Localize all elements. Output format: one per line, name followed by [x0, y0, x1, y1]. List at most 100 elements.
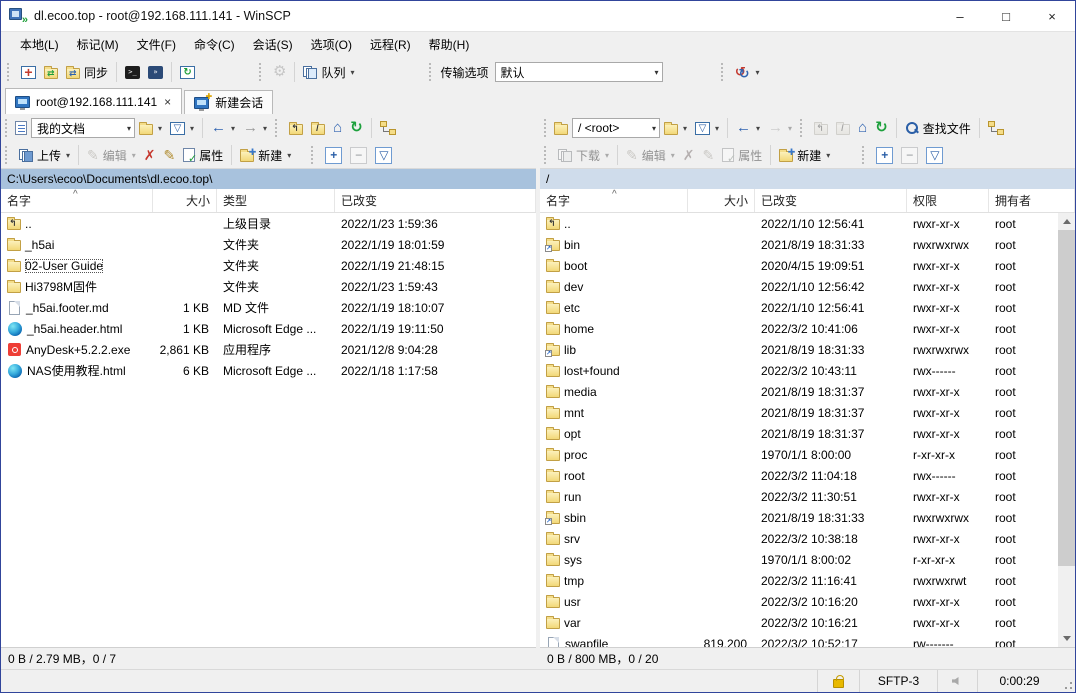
column-header-changed[interactable]: 已改变	[335, 189, 536, 212]
column-header-owner[interactable]: 拥有者	[989, 189, 1075, 212]
local-home-button[interactable]: ⌂	[329, 118, 346, 138]
file-row[interactable]: boot2020/4/15 19:09:51rwxr-xr-xroot	[540, 255, 1058, 276]
menu-item[interactable]: 本地(L)	[11, 32, 68, 57]
file-row[interactable]: ↗lib2021/8/19 18:31:33rwxrwxrwxroot	[540, 339, 1058, 360]
file-row[interactable]: opt2021/8/19 18:31:37rwxr-xr-xroot	[540, 423, 1058, 444]
file-row[interactable]: AnyDesk+5.2.2.exe2,861 KB应用程序2021/12/8 9…	[1, 339, 536, 360]
menu-item[interactable]: 命令(C)	[185, 32, 244, 57]
remote-root-directory-button[interactable]: /	[832, 119, 854, 138]
remote-new-button[interactable]: ✚新建▾	[775, 144, 834, 167]
close-tab-icon[interactable]: ×	[163, 95, 172, 109]
menu-item[interactable]: 标记(M)	[68, 32, 128, 57]
local-edit-button[interactable]: ✎编辑▾	[83, 144, 140, 167]
local-path-bar[interactable]: C:\Users\ecoo\Documents\dl.ecoo.top\	[1, 168, 536, 189]
download-button[interactable]: 下载▾	[554, 144, 613, 167]
local-open-directory-button[interactable]: ▾	[135, 119, 166, 138]
remote-edit-button[interactable]: ✎编辑▾	[622, 144, 679, 167]
menu-item[interactable]: 远程(R)	[361, 32, 420, 57]
find-files-button[interactable]: 查找文件	[901, 117, 975, 140]
toolbar-grip[interactable]	[862, 146, 868, 164]
remote-delete-button[interactable]: ✗	[679, 145, 699, 165]
file-row[interactable]: _h5ai.footer.md1 KBMD 文件2022/1/19 18:10:…	[1, 297, 536, 318]
refresh-panels-button[interactable]: ↻	[176, 63, 199, 82]
remote-rename-button[interactable]: ✎	[699, 145, 719, 165]
file-row[interactable]: etc2022/1/10 12:56:41rwxr-xr-xroot	[540, 297, 1058, 318]
local-back-button[interactable]: ←▾	[207, 118, 239, 138]
file-row[interactable]: tmp2022/3/2 11:16:41rwxrwxrwtroot	[540, 570, 1058, 591]
menu-item[interactable]: 选项(O)	[302, 32, 361, 57]
toolbar-grip[interactable]	[311, 146, 317, 164]
protocol-cell[interactable]: SFTP-3	[859, 670, 937, 692]
local-location-combo[interactable]: 我的文档 ▾	[31, 118, 135, 138]
toolbar-grip[interactable]	[721, 63, 727, 81]
file-row[interactable]: swapfile819,2002022/3/2 10:52:17rw------…	[540, 633, 1058, 647]
toolbar-grip[interactable]	[544, 146, 550, 164]
close-button[interactable]: ×	[1029, 1, 1075, 31]
local-parent-directory-button[interactable]: ↰	[285, 119, 307, 138]
file-row[interactable]: ↰..上级目录2022/1/23 1:59:36	[1, 213, 536, 234]
column-header-changed[interactable]: 已改变	[755, 189, 907, 212]
file-row[interactable]: var2022/3/2 10:16:21rwxr-xr-xroot	[540, 612, 1058, 633]
column-header-name[interactable]: 名字^	[540, 189, 688, 212]
synchronize-browsing-button[interactable]: ⇄	[40, 63, 62, 82]
file-row[interactable]: run2022/3/2 11:30:51rwxr-xr-xroot	[540, 486, 1058, 507]
file-row[interactable]: root2022/3/2 11:04:18rwx------root	[540, 465, 1058, 486]
upload-button[interactable]: 上传▾	[15, 144, 74, 167]
toolbar-grip[interactable]	[5, 119, 11, 137]
scrollbar-track[interactable]	[1058, 230, 1075, 630]
maximize-button[interactable]: □	[983, 1, 1029, 31]
toolbar-grip[interactable]	[259, 63, 265, 81]
encryption-cell[interactable]	[817, 670, 859, 692]
toolbar-grip[interactable]	[7, 63, 13, 81]
notifications-cell[interactable]	[937, 670, 977, 692]
toolbar-grip[interactable]	[800, 119, 806, 137]
column-header-size[interactable]: 大小	[688, 189, 755, 212]
toolbar-grip[interactable]	[275, 119, 281, 137]
column-header-name[interactable]: 名字^	[1, 189, 153, 212]
file-row[interactable]: lost+found2022/3/2 10:43:11rwx------root	[540, 360, 1058, 381]
resize-grip[interactable]	[1061, 678, 1073, 690]
file-row[interactable]: Hi3798M固件文件夹2022/1/23 1:59:43	[1, 276, 536, 297]
tab-new-session[interactable]: 新建会话	[184, 90, 273, 114]
remote-back-button[interactable]: ←▾	[732, 118, 764, 138]
column-header-size[interactable]: 大小	[153, 189, 217, 212]
column-header-type[interactable]: 类型	[217, 189, 335, 212]
synchronize-button[interactable]: ⇄同步	[62, 61, 112, 84]
file-row[interactable]: srv2022/3/2 10:38:18rwxr-xr-xroot	[540, 528, 1058, 549]
file-row[interactable]: ↰..2022/1/10 12:56:41rwxr-xr-xroot	[540, 213, 1058, 234]
local-delete-button[interactable]: ✗	[140, 145, 160, 165]
file-row[interactable]: sys1970/1/1 8:00:02r-xr-xr-xroot	[540, 549, 1058, 570]
remote-selection-filter-button[interactable]: ▽	[922, 144, 947, 167]
tab-session[interactable]: root@192.168.111.141 ×	[5, 88, 182, 114]
scrollbar-thumb[interactable]	[1058, 230, 1075, 566]
local-refresh-button[interactable]: ↻	[346, 118, 367, 138]
local-select-button[interactable]: +	[321, 144, 346, 167]
minimize-button[interactable]: –	[937, 1, 983, 31]
toolbar-grip[interactable]	[429, 63, 435, 81]
menu-item[interactable]: 帮助(H)	[420, 32, 479, 57]
column-header-permissions[interactable]: 权限	[907, 189, 989, 212]
remote-properties-button[interactable]: 属性	[718, 144, 766, 167]
remote-filter-button[interactable]: ▽▾	[691, 119, 723, 138]
file-row[interactable]: mnt2021/8/19 18:31:37rwxr-xr-xroot	[540, 402, 1058, 423]
toolbar-grip[interactable]	[5, 146, 11, 164]
file-row[interactable]: media2021/8/19 18:31:37rwxr-xr-xroot	[540, 381, 1058, 402]
local-filter-button[interactable]: ▽▾	[166, 119, 198, 138]
session-duration-cell[interactable]: 0:00:29	[977, 670, 1061, 692]
scroll-down-button[interactable]	[1058, 630, 1075, 647]
remote-parent-directory-button[interactable]: ↰	[810, 119, 832, 138]
local-unselect-button[interactable]: −	[346, 144, 371, 167]
remote-location-combo[interactable]: / <root> ▾	[572, 118, 660, 138]
file-row[interactable]: NAS使用教程.html6 KBMicrosoft Edge ...2022/1…	[1, 360, 536, 381]
remote-tree-button[interactable]	[984, 118, 1008, 138]
file-row[interactable]: 02-User Guide文件夹2022/1/19 21:48:15	[1, 255, 536, 276]
remote-select-button[interactable]: +	[872, 144, 897, 167]
file-row[interactable]: usr2022/3/2 10:16:20rwxr-xr-xroot	[540, 591, 1058, 612]
menu-item[interactable]: 会话(S)	[244, 32, 302, 57]
local-selection-filter-button[interactable]: ▽	[371, 144, 396, 167]
local-new-button[interactable]: ✚新建▾	[236, 144, 295, 167]
file-row[interactable]: _h5ai.header.html1 KBMicrosoft Edge ...2…	[1, 318, 536, 339]
scroll-up-button[interactable]	[1058, 213, 1075, 230]
remote-refresh-button[interactable]: ↻	[871, 118, 892, 138]
file-row[interactable]: ↗sbin2021/8/19 18:31:33rwxrwxrwxroot	[540, 507, 1058, 528]
